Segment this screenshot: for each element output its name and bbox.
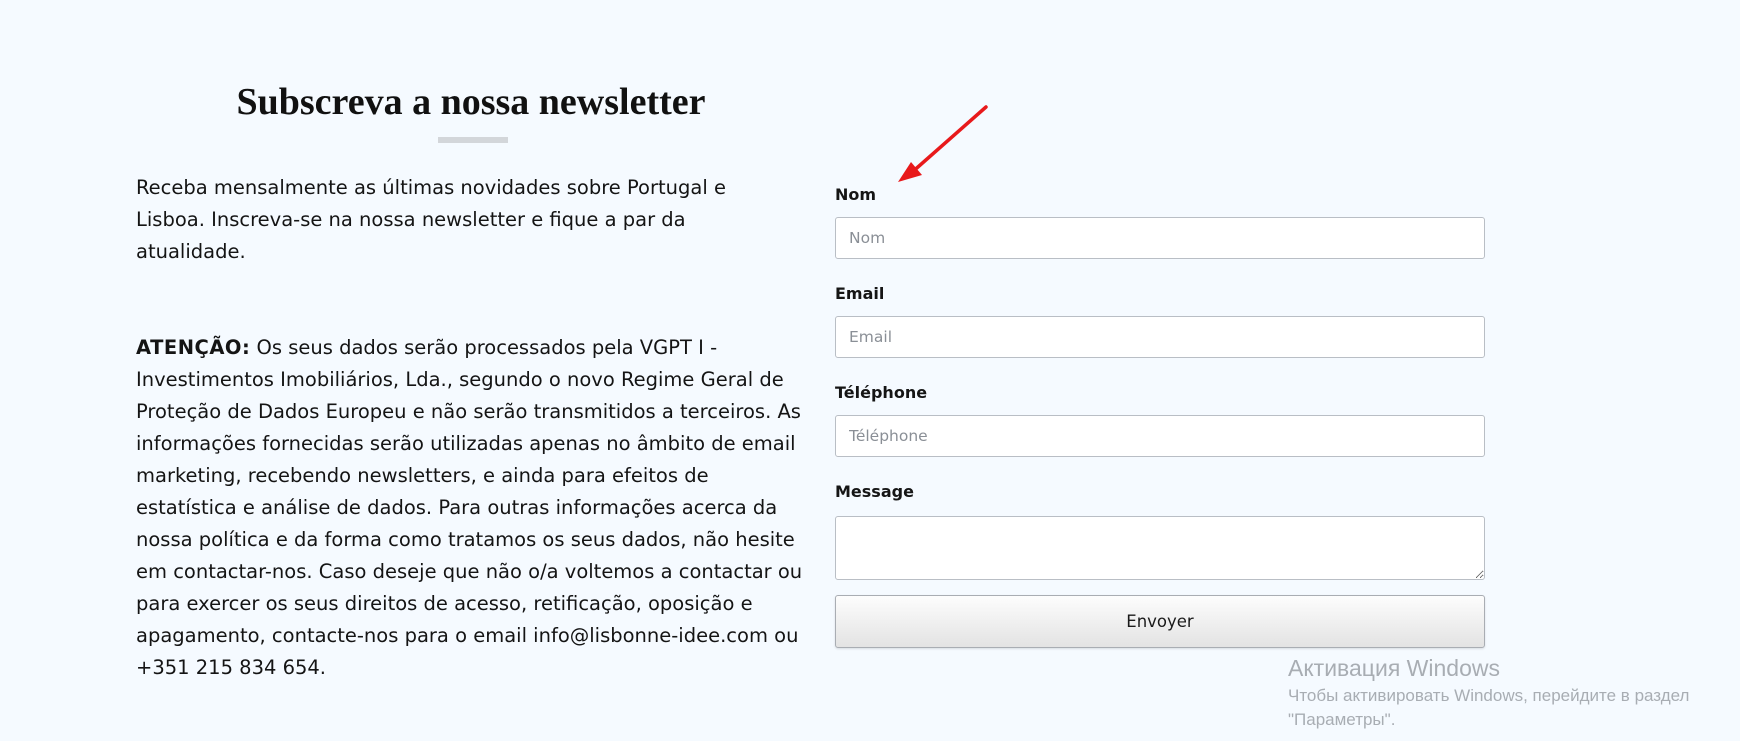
- email-label: Email: [835, 284, 885, 303]
- newsletter-title: Subscreva a nossa newsletter: [236, 81, 706, 123]
- watermark-line-1: Чтобы активировать Windows, перейдите в …: [1288, 686, 1690, 705]
- title-underline: [438, 137, 508, 143]
- message-textarea[interactable]: [835, 516, 1485, 580]
- email-input[interactable]: [835, 316, 1485, 358]
- privacy-notice: ATENÇÃO: Os seus dados serão processados…: [136, 332, 808, 684]
- watermark-line-2: "Параметры".: [1288, 710, 1396, 729]
- windows-activation-watermark: Активация Windows Чтобы активировать Win…: [1288, 652, 1689, 732]
- submit-button[interactable]: Envoyer: [835, 595, 1485, 648]
- intro-text: Receba mensalmente as últimas novidades …: [136, 176, 726, 263]
- name-input[interactable]: [835, 217, 1485, 259]
- watermark-title: Активация Windows: [1288, 655, 1500, 681]
- notice-text: Os seus dados serão processados pela VGP…: [136, 336, 803, 679]
- message-label: Message: [835, 482, 914, 501]
- phone-input[interactable]: [835, 415, 1485, 457]
- notice-label: ATENÇÃO:: [136, 336, 251, 359]
- name-label: Nom: [835, 185, 877, 204]
- phone-label: Téléphone: [835, 383, 928, 402]
